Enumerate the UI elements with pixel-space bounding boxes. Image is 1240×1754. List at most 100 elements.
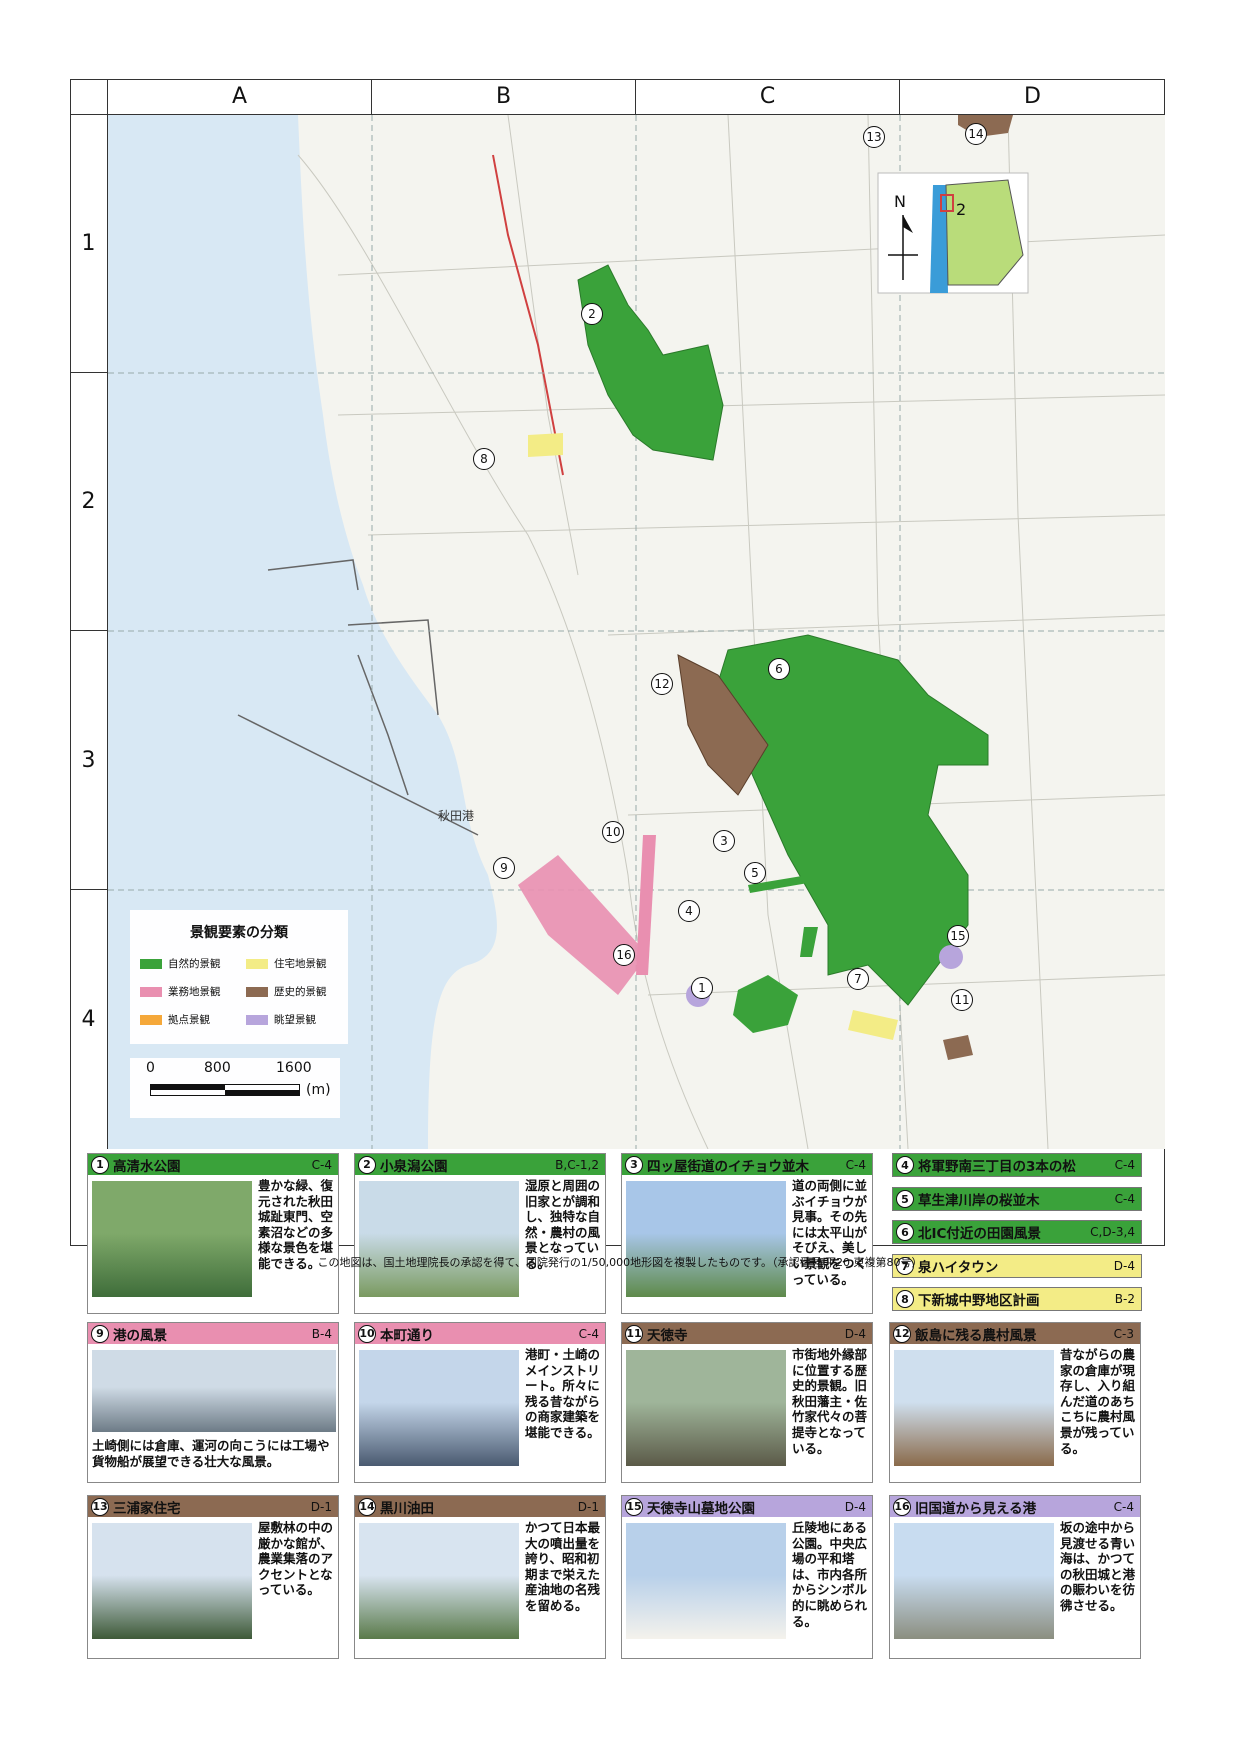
map-marker-4[interactable]: 4 — [678, 900, 700, 922]
scale-tick-1600: 1600 — [276, 1060, 312, 1076]
map-marker-10[interactable]: 10 — [602, 821, 624, 843]
panel-number: 15 — [625, 1497, 643, 1516]
legend-swatch — [140, 986, 162, 997]
legend-item-historic: 歴史的景観 — [246, 984, 327, 999]
panel-number: 12 — [893, 1324, 911, 1343]
grid-row-4: 4 — [70, 890, 108, 1149]
scale-tick-800: 800 — [204, 1060, 231, 1076]
panel-photo — [626, 1350, 786, 1466]
legend-swatch — [140, 1014, 162, 1025]
panel-number: 5 — [896, 1190, 914, 1208]
panel-header: 3 四ッ屋街道のイチョウ並木 C-4 — [622, 1154, 872, 1175]
panel-photo — [92, 1181, 252, 1297]
landscape-panel-11: 11 天徳寺 D-4 市街地外縁部に位置する歴史的景観。旧秋田藩主・佐竹家代々の… — [621, 1322, 873, 1483]
map-marker-5[interactable]: 5 — [744, 862, 766, 884]
legend-item-residential: 住宅地景観 — [246, 956, 327, 971]
panel-title: 北IC付近の田園風景 — [918, 1226, 1041, 1242]
panel-title: 港の風景 — [113, 1327, 167, 1344]
footer-note: この地図は、国土地理院長の承認を得て、同院発行の1/50,000地形図を複製した… — [317, 1256, 923, 1269]
grid-column-b: B — [372, 79, 636, 115]
legend-swatch — [140, 958, 162, 969]
panel-title: 本町通り — [380, 1327, 434, 1344]
grid-corner — [70, 79, 108, 115]
panel-description: 昔ながらの農家の倉庫が現存し、入り組んだ道のあちこちに農村風景が残っている。 — [1060, 1347, 1136, 1456]
panel-grid-ref: C-4 — [311, 1157, 332, 1172]
panel-number: 13 — [91, 1497, 109, 1516]
map-marker-16[interactable]: 16 — [613, 944, 635, 966]
map-marker-13[interactable]: 13 — [863, 126, 885, 148]
panel-title: 三浦家住宅 — [113, 1500, 181, 1517]
map-marker-11[interactable]: 11 — [951, 989, 973, 1011]
map-legend: 景観要素の分類 自然的景観 住宅地景観 業務地景観 歴史的景観 拠点景観 眺望景… — [130, 910, 348, 1044]
landscape-panel-2: 2 小泉潟公園 B,C-1,2 湿原と周囲の旧家とが調和し、独特な自然・農村の風… — [354, 1153, 606, 1314]
map-marker-7[interactable]: 7 — [847, 968, 869, 990]
panel-description: 港町・土崎のメインストリート。所々に残る昔ながらの商家建築を堪能できる。 — [525, 1347, 601, 1440]
panel-header: 12 飯島に残る農村風景 C-3 — [890, 1323, 1140, 1344]
panel-description: 道の両側に並ぶイチョウが見事。その先には太平山がそびえ、美しい景観をつくっている… — [792, 1178, 868, 1287]
panel-title: 天徳寺 — [647, 1327, 688, 1344]
panel-description: 土崎側には倉庫、運河の向こうには工場や貨物船が展望できる壮大な風景。 — [92, 1438, 330, 1469]
panel-header: 14 黒川油田 D-1 — [355, 1496, 605, 1517]
panel-header: 9 港の風景 B-4 — [88, 1323, 338, 1344]
panel-photo — [359, 1350, 519, 1466]
map-marker-1[interactable]: 1 — [691, 977, 713, 999]
panel-grid-ref: B,C-1,2 — [555, 1157, 599, 1172]
panel-title: 旧国道から見える港 — [915, 1500, 1037, 1517]
legend-item-commercial: 業務地景観 — [140, 984, 221, 999]
scale-bar-graphic — [150, 1084, 300, 1096]
scale-tick-0: 0 — [146, 1060, 155, 1076]
panel-number: 9 — [91, 1324, 109, 1343]
panel-number: 10 — [358, 1324, 376, 1343]
panel-header: 2 小泉潟公園 B,C-1,2 — [355, 1154, 605, 1175]
panel-number: 4 — [896, 1156, 914, 1174]
panel-photo — [894, 1350, 1054, 1466]
panel-title: 天徳寺山墓地公園 — [647, 1500, 755, 1517]
panel-grid-ref: C,D-3,4 — [1090, 1225, 1135, 1239]
landscape-mini-panel-6: 6 北IC付近の田園風景 C,D-3,4 — [892, 1220, 1142, 1244]
map-marker-3[interactable]: 3 — [713, 830, 735, 852]
panel-grid-ref: C-3 — [1113, 1326, 1134, 1341]
landscape-panel-10: 10 本町通り C-4 港町・土崎のメインストリート。所々に残る昔ながらの商家建… — [354, 1322, 606, 1483]
map-marker-9[interactable]: 9 — [493, 857, 515, 879]
landscape-mini-panel-4: 4 将軍野南三丁目の3本の松 C-4 — [892, 1153, 1142, 1177]
landscape-panel-13: 13 三浦家住宅 D-1 屋敷林の中の厳かな館が、農業集落のアクセントとなってい… — [87, 1495, 339, 1659]
map-marker-2[interactable]: 2 — [581, 303, 603, 325]
inset-map: 2 N — [877, 172, 1029, 294]
landscape-panel-9: 9 港の風景 B-4 土崎側には倉庫、運河の向こうには工場や貨物船が展望できる壮… — [87, 1322, 339, 1483]
legend-swatch — [246, 986, 268, 997]
grid-row-1: 1 — [70, 115, 108, 373]
map-marker-15[interactable]: 15 — [947, 925, 969, 947]
legend-title: 景観要素の分類 — [190, 925, 288, 941]
place-label-port: 秋田港 — [438, 809, 474, 823]
panel-number: 3 — [625, 1155, 643, 1174]
panel-title: 飯島に残る農村風景 — [915, 1327, 1037, 1344]
map-marker-14[interactable]: 14 — [965, 123, 987, 145]
panel-title: 高清水公園 — [113, 1158, 181, 1175]
panel-number: 14 — [358, 1497, 376, 1516]
panel-grid-ref: C-4 — [1113, 1499, 1134, 1514]
panel-number: 2 — [358, 1155, 376, 1174]
panel-description: 屋敷林の中の厳かな館が、農業集落のアクセントとなっている。 — [258, 1520, 334, 1598]
landscape-panel-16: 16 旧国道から見える港 C-4 坂の途中から見渡せる青い海は、かつての秋田城と… — [889, 1495, 1141, 1659]
map-marker-6[interactable]: 6 — [768, 658, 790, 680]
panel-grid-ref: C-4 — [1114, 1192, 1135, 1206]
landscape-panel-3: 3 四ッ屋街道のイチョウ並木 C-4 道の両側に並ぶイチョウが見事。その先には太… — [621, 1153, 873, 1314]
panel-description: 市街地外縁部に位置する歴史的景観。旧秋田藩主・佐竹家代々の菩提寺となっている。 — [792, 1347, 868, 1456]
panel-header: 1 高清水公園 C-4 — [88, 1154, 338, 1175]
panel-grid-ref: B-4 — [311, 1326, 332, 1341]
panel-header: 13 三浦家住宅 D-1 — [88, 1496, 338, 1517]
panel-header: 11 天徳寺 D-4 — [622, 1323, 872, 1344]
panel-title: 小泉潟公園 — [380, 1158, 448, 1175]
panel-grid-ref: D-4 — [844, 1499, 866, 1514]
panel-photo — [359, 1523, 519, 1639]
map-marker-12[interactable]: 12 — [651, 673, 673, 695]
legend-item-natural: 自然的景観 — [140, 956, 221, 971]
panel-title: 草生津川岸の桜並木 — [918, 1193, 1040, 1209]
legend-swatch — [246, 958, 268, 969]
zone-tentokuji-cemetery — [939, 945, 963, 969]
scale-bar: 0 800 1600 (m) — [130, 1058, 340, 1118]
panel-number: 11 — [625, 1324, 643, 1343]
landscape-panel-14: 14 黒川油田 D-1 かつて日本最大の噴出量を誇り、昭和初期まで栄えた産油地の… — [354, 1495, 606, 1659]
panel-number: 6 — [896, 1223, 914, 1241]
map-marker-8[interactable]: 8 — [473, 448, 495, 470]
